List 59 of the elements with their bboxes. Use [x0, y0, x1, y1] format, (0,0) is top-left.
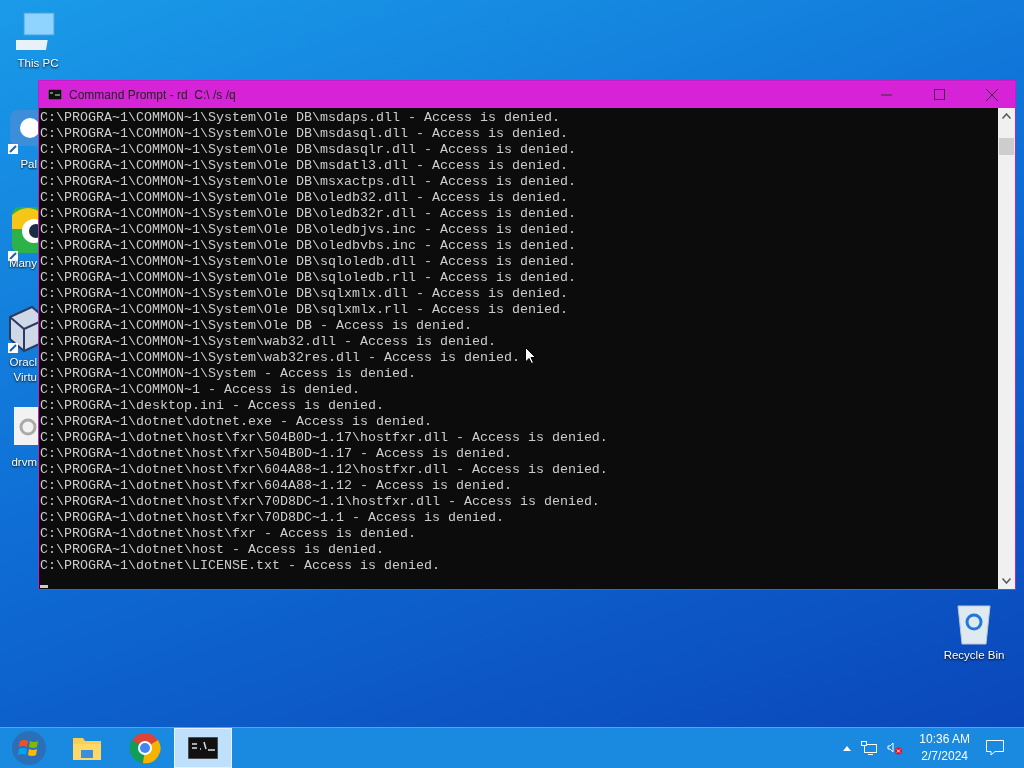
console-line: C:\PROGRA~1\dotnet\host\fxr\70D8DC~1.1\hostfxr.dll - Access is denied.	[40, 494, 600, 510]
console-line: C:\PROGRA~1\dotnet\host\fxr\70D8DC~1.1 - Access is denied.	[40, 510, 504, 526]
console-line: C:\PROGRA~1\COMMON~1\System\Ole DB\sqlxmlx.rll - Access is denied.	[40, 302, 568, 318]
console-line: C:\PROGRA~1\COMMON~1\System\Ole DB\msdaps.dll - Access is denied.	[40, 110, 560, 126]
console-line: C:\PROGRA~1\COMMON~1\System - Access is denied.	[40, 366, 416, 382]
browser-icon	[129, 732, 161, 764]
console-line: C:\PROGRA~1\dotnet\host - Access is denied.	[40, 542, 384, 558]
pointer-icon	[525, 347, 536, 364]
console-line: C:\PROGRA~1\COMMON~1\System\wab32res.dll - Access is denied.	[40, 350, 520, 366]
console-line: C:\PROGRA~1\COMMON~1\System\Ole DB\msdasql.dll - Access is denied.	[40, 126, 568, 142]
scrollbar[interactable]	[998, 108, 1015, 589]
console-line: C:\PROGRA~1\dotnet\host\fxr\504B0D~1.17\hostfxr.dll - Access is denied.	[40, 430, 608, 446]
network-icon[interactable]	[861, 741, 878, 755]
start-icon	[11, 730, 47, 766]
console-line: C:\PROGRA~1\COMMON~1\System\Ole DB\sqlxmlx.dll - Access is denied.	[40, 286, 568, 302]
console-line: C:\PROGRA~1\dotnet\LICENSE.txt - Access is denied.	[40, 558, 440, 574]
icon-label: Many	[7, 256, 37, 271]
console-line: C:\PROGRA~1\desktop.ini - Access is denied.	[40, 398, 384, 414]
scroll-up-icon[interactable]	[1002, 113, 1011, 119]
terminal-icon	[48, 89, 62, 100]
console-line: C:\PROGRA~1\COMMON~1\System\Ole DB\msxactps.dll - Access is denied.	[40, 174, 576, 190]
console-line: C:\PROGRA~1\COMMON~1\System\Ole DB\oledb32.dll - Access is denied.	[40, 190, 568, 206]
console-line: C:\PROGRA~1\COMMON~1\System\Ole DB\sqloledb.dll - Access is denied.	[40, 254, 576, 270]
notification-icon[interactable]	[986, 740, 1004, 756]
recycle-bin-icon	[954, 602, 994, 646]
console-line: C:\PROGRA~1\COMMON~1\System\Ole DB\oledbvbs.inc - Access is denied.	[40, 238, 576, 254]
chevron-up-icon[interactable]	[843, 745, 852, 751]
window-title: Command Prompt - rd C:\ /s /q	[69, 87, 237, 102]
scroll-down-icon[interactable]	[1002, 578, 1011, 584]
console-line: C:\PROGRA~1\dotnet\host\fxr\604A88~1.12\hostfxr.dll - Access is denied.	[40, 462, 608, 478]
console-line: C:\PROGRA~1\dotnet\host\fxr\504B0D~1.17 - Access is denied.	[40, 446, 512, 462]
folder-icon	[72, 735, 102, 761]
icon-label: Recycle Bin	[943, 648, 1005, 663]
console-line: C:\PROGRA~1\COMMON~1\System\wab32.dll - Access is denied.	[40, 334, 496, 350]
console-line: C:\PROGRA~1\COMMON~1\System\Ole DB\sqloledb.rll - Access is denied.	[40, 270, 576, 286]
icon-label: This PC	[17, 56, 59, 71]
console-line: C:\PROGRA~1\COMMON~1\System\Ole DB\msdasqlr.dll - Access is denied.	[40, 142, 576, 158]
icon-label: drvm	[10, 455, 37, 470]
close-icon	[986, 88, 998, 101]
taskbar-app[interactable]	[174, 728, 232, 768]
console-line: C:\PROGRA~1\dotnet\dotnet.exe - Access is denied.	[40, 414, 432, 430]
icon-label: Oracl Virtu	[8, 355, 37, 385]
text-cursor	[40, 585, 48, 588]
console-line: C:\PROGRA~1\COMMON~1\System\Ole DB - Access is denied.	[40, 318, 472, 334]
console-line: C:\PROGRA~1\dotnet\host\fxr - Access is denied.	[40, 526, 416, 542]
scroll-thumb[interactable]	[999, 138, 1014, 155]
clock[interactable]: 10:36 AM 2/7/2024	[919, 731, 970, 765]
maximize-icon	[933, 89, 945, 100]
console-line: C:\PROGRA~1\COMMON~1\System\Ole DB\msdatl3.dll - Access is denied.	[40, 158, 568, 174]
terminal-icon	[188, 737, 218, 759]
minimize-icon	[880, 93, 892, 96]
icon-label: Pal	[19, 157, 37, 172]
console-line: C:\PROGRA~1\dotnet\host\fxr\604A88~1.12 - Access is denied.	[40, 478, 512, 494]
time-text: 10:36 AM	[919, 731, 970, 748]
console-line: C:\PROGRA~1\COMMON~1\System\Ole DB\oledbjvs.inc - Access is denied.	[40, 222, 576, 238]
console-line: C:\PROGRA~1\COMMON~1\System\Ole DB\oledb32r.dll - Access is denied.	[40, 206, 576, 222]
date-text: 2/7/2024	[921, 748, 968, 765]
speaker-icon[interactable]	[887, 741, 904, 755]
console-line: C:\PROGRA~1\COMMON~1 - Access is denied.	[40, 382, 360, 398]
